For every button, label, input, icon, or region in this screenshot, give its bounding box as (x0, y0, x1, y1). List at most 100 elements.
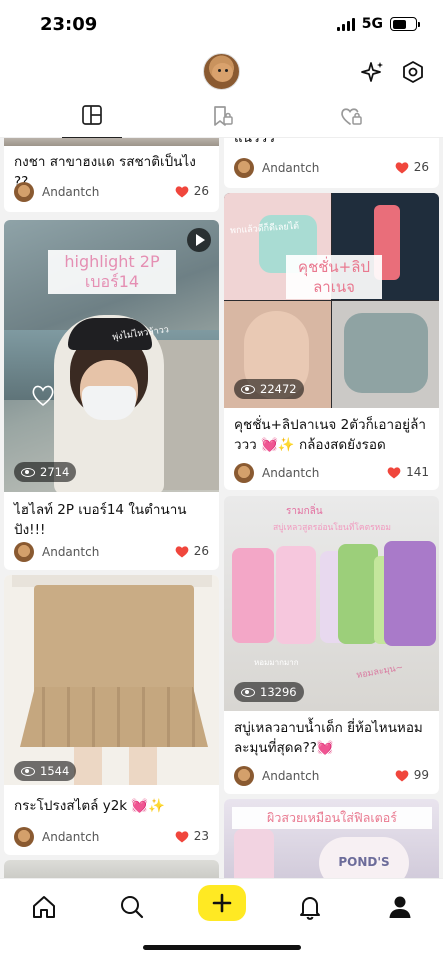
post-thumbnail[interactable] (4, 860, 219, 878)
overlay-line2: เบอร์14 (84, 272, 140, 291)
author-name: Andantch (262, 466, 320, 480)
post-author[interactable]: Andantch (14, 542, 99, 562)
post-card[interactable]: กงชา สาขาฮงแด รสชาติเป็นไง ?? Andantch 2… (4, 138, 219, 212)
post-card[interactable] (4, 860, 219, 878)
heart-icon (387, 466, 401, 478)
bottom-navigation (0, 878, 443, 960)
eye-icon (241, 384, 255, 394)
profile-avatar[interactable] (203, 53, 240, 90)
home-icon (33, 896, 55, 918)
post-card[interactable]: รามกลิ่น สบู่เหลวสูตรอ่อนโยนที่โคตรหอม ห… (224, 496, 439, 794)
view-count: 1544 (14, 761, 77, 781)
nav-profile[interactable] (382, 889, 418, 925)
post-thumbnail[interactable]: รามกลิ่น สบู่เหลวสูตรอ่อนโยนที่โคตรหอม ห… (224, 496, 439, 711)
search-icon (121, 896, 144, 919)
like-count: 26 (193, 184, 209, 198)
view-count: 22472 (234, 379, 304, 399)
post-thumbnail[interactable]: พกแล้วดีก็ดีเลยได้ คุชชั่น+ลิป ลาเนจ 224… (224, 193, 439, 408)
post-author[interactable]: Andantch (234, 463, 319, 483)
heart-icon (175, 830, 189, 842)
product-brand: POND'S (338, 855, 390, 869)
overlay-title: highlight 2P เบอร์14 (48, 250, 176, 294)
author-name: Andantch (42, 830, 100, 844)
status-indicators: 5G (336, 16, 420, 32)
like-button[interactable]: 26 (395, 160, 429, 174)
author-avatar (14, 182, 34, 202)
sparkle-icon[interactable] (361, 60, 385, 84)
author-avatar (14, 542, 34, 562)
author-avatar (234, 463, 254, 483)
like-button[interactable]: 23 (175, 829, 209, 843)
like-button[interactable]: 26 (175, 544, 209, 558)
overlay-line2: ลาเนจ (313, 278, 355, 296)
eye-icon (241, 687, 255, 697)
overlay-line1: highlight 2P (64, 252, 160, 271)
profile-header (0, 50, 443, 100)
view-count-value: 13296 (260, 685, 297, 699)
like-button[interactable]: 99 (395, 768, 429, 782)
post-card[interactable]: ผิวสวยเหมือนใส่ฟิลเตอร์ POND'S (224, 799, 439, 878)
view-count-value: 1544 (40, 764, 70, 778)
post-thumbnail[interactable]: ผิวสวยเหมือนใส่ฟิลเตอร์ POND'S (224, 799, 439, 878)
author-name: Andantch (42, 545, 100, 559)
profile-tabs (0, 100, 443, 139)
like-count: 26 (193, 544, 209, 558)
user-icon (389, 896, 411, 918)
eye-icon (21, 766, 35, 776)
post-feed[interactable]: กงชา สาขาฮงแด รสชาติเป็นไง ?? Andantch 2… (0, 138, 443, 878)
overlay-line1: คุชชั่น+ลิป (298, 258, 370, 276)
battery-icon (390, 17, 420, 31)
post-author[interactable]: Andantch (234, 766, 319, 786)
heart-icon (395, 769, 409, 781)
network-type: 5G (361, 16, 383, 32)
tab-feed[interactable] (37, 104, 147, 139)
post-card[interactable]: highlight 2P เบอร์14 พุ่งไม่ไหวล้าวว 271… (4, 220, 219, 570)
post-title: คุชชั่น+ลิปลาเนจ 2ตัวก็เอาอยู่ล้าววว 💓✨ … (234, 417, 426, 453)
bell-icon (300, 897, 320, 920)
post-title: สบู่เหลวอาบน้ำเด็ก ยี่ห้อไหนหอม ละมุนที่… (234, 720, 423, 756)
like-count: 99 (413, 768, 429, 782)
post-card[interactable]: พกแล้วดีก็ดีเลยได้ คุชชั่น+ลิป ลาเนจ 224… (224, 193, 439, 490)
like-button[interactable]: 26 (175, 184, 209, 198)
heart-icon (175, 545, 189, 557)
post-title: กระโปรงสไตล์ y2k 💓✨ (14, 798, 166, 814)
author-name: Andantch (42, 185, 100, 199)
post-author[interactable]: Andantch (14, 827, 99, 847)
nav-notifications[interactable] (292, 889, 328, 925)
post-author[interactable]: Andantch (14, 182, 99, 202)
post-card[interactable]: แนววว Andantch 26 (224, 138, 439, 188)
nav-home[interactable] (26, 889, 62, 925)
nav-search[interactable] (114, 889, 150, 925)
author-name: Andantch (262, 769, 320, 783)
overlay-title-1: รามกลิ่น (286, 506, 323, 517)
view-count-value: 2714 (40, 465, 70, 479)
battery-level (392, 19, 406, 29)
grid-layout-icon (82, 105, 102, 125)
overlay-note-left: หอมมากมาก (254, 658, 299, 667)
create-post-button[interactable] (198, 885, 246, 921)
bookmark-lock-icon (214, 106, 233, 126)
post-card[interactable]: 1544 กระโปรงสไตล์ y2k 💓✨ Andantch 23 (4, 575, 219, 855)
eye-icon (21, 467, 35, 477)
tab-saved[interactable] (167, 104, 277, 138)
signal-icon (336, 17, 355, 31)
settings-hexagon-icon[interactable] (401, 60, 425, 84)
like-count: 141 (406, 465, 429, 479)
overlay-note-right: หอมละมุน~ (355, 662, 404, 682)
author-avatar (234, 158, 254, 178)
heart-icon (395, 161, 409, 173)
overlay-title: ผิวสวยเหมือนใส่ฟิลเตอร์ (232, 807, 432, 829)
overlay-title-2: สบู่เหลวสูตรอ่อนโยนที่โคตรหอม (273, 523, 391, 533)
status-bar: 23:09 5G (0, 0, 443, 50)
like-button[interactable]: 141 (387, 465, 429, 479)
post-thumbnail[interactable]: 1544 (4, 575, 219, 785)
post-author[interactable]: Andantch (234, 158, 319, 178)
post-thumbnail[interactable]: highlight 2P เบอร์14 พุ่งไม่ไหวล้าวว 271… (4, 220, 219, 492)
heart-icon (175, 185, 189, 197)
author-name: Andantch (262, 161, 320, 175)
home-indicator (143, 945, 301, 950)
video-play-icon[interactable] (187, 228, 211, 252)
status-time: 23:09 (40, 14, 98, 35)
tab-liked[interactable] (296, 104, 406, 138)
post-thumbnail[interactable] (4, 138, 219, 146)
